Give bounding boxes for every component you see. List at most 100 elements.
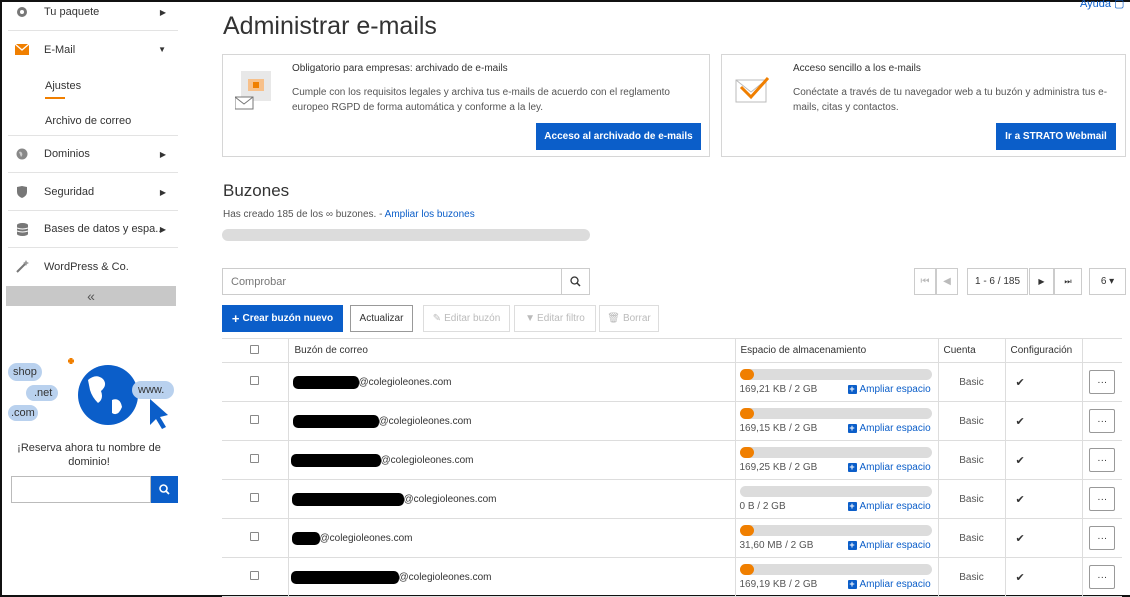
first-page-button[interactable]: ⏮ bbox=[914, 268, 936, 295]
refresh-button[interactable]: Actualizar bbox=[350, 305, 413, 332]
account-cell: Basic bbox=[937, 401, 1005, 441]
storage-bar bbox=[739, 525, 932, 536]
next-page-button[interactable]: ▶ bbox=[1029, 268, 1054, 295]
row-checkbox[interactable] bbox=[250, 454, 260, 463]
expand-storage-link[interactable]: + Ampliar espacio bbox=[847, 501, 931, 512]
storage-bar bbox=[739, 447, 932, 458]
search-button[interactable] bbox=[561, 269, 589, 294]
database-icon bbox=[14, 221, 30, 237]
filter-icon: ▼ bbox=[525, 313, 536, 324]
expand-storage-label: Ampliar espacio bbox=[859, 423, 931, 434]
column-storage[interactable]: Espacio de almacenamiento bbox=[734, 338, 938, 363]
table-header: Buzón de correo Espacio de almacenamient… bbox=[222, 338, 1122, 363]
help-link[interactable]: Ayuda ▢ bbox=[1080, 0, 1124, 10]
row-checkbox[interactable] bbox=[250, 532, 260, 541]
promo-bubble-net: .net bbox=[34, 387, 53, 399]
plus-icon: + bbox=[847, 579, 857, 589]
redacted-username bbox=[292, 414, 379, 428]
column-mailbox[interactable]: Buzón de correo bbox=[287, 338, 735, 363]
mailbox-cell: @colegioleones.com bbox=[287, 440, 735, 480]
table-row[interactable]: @colegioleones.com 169,25 KB / 2 GB + Ampl… bbox=[222, 440, 1122, 480]
checkmark-icon: ✔ bbox=[1004, 479, 1082, 519]
domain-search bbox=[11, 476, 178, 503]
sidebar-item-label: Bases de datos y espa... bbox=[44, 223, 160, 235]
table-row[interactable]: @colegioleones.com 169,19 KB / 2 GB + Ampl… bbox=[222, 557, 1122, 597]
sidebar-item-label: Tu paquete bbox=[44, 6, 100, 18]
per-page-select[interactable]: 6 ▾ bbox=[1089, 268, 1126, 295]
expand-storage-link[interactable]: + Ampliar espacio bbox=[847, 579, 931, 590]
more-options-button[interactable]: ··· bbox=[1089, 448, 1116, 472]
plus-icon: + bbox=[847, 423, 857, 433]
row-checkbox[interactable] bbox=[250, 376, 260, 385]
sidebar-item-security[interactable]: Seguridad ▶ bbox=[8, 174, 178, 211]
row-select-cell bbox=[222, 362, 288, 402]
column-account[interactable]: Cuenta bbox=[937, 338, 1005, 363]
actions-cell: ··· bbox=[1081, 557, 1122, 597]
redacted-username bbox=[290, 453, 381, 467]
prev-page-button[interactable]: ◀ bbox=[936, 268, 958, 295]
table-row[interactable]: @colegioleones.com 31,60 MB / 2 GB + Ampli… bbox=[222, 518, 1122, 558]
last-page-button[interactable]: ⏭ bbox=[1054, 268, 1082, 295]
more-options-button[interactable]: ··· bbox=[1089, 487, 1116, 511]
sidebar-item-email[interactable]: E-Mail ▼ bbox=[8, 31, 178, 68]
email-archive-button[interactable]: Acceso al archivado de e-mails bbox=[536, 123, 701, 150]
wand-icon bbox=[14, 259, 30, 275]
select-all-cell bbox=[222, 338, 288, 363]
shield-icon bbox=[14, 184, 30, 200]
redacted-username bbox=[290, 570, 399, 584]
account-cell: Basic bbox=[937, 362, 1005, 402]
expand-mailboxes-link[interactable]: Ampliar los buzones bbox=[385, 209, 475, 220]
delete-button[interactable]: 🗑 Borrar bbox=[599, 305, 659, 332]
select-all-checkbox[interactable] bbox=[250, 344, 260, 354]
edit-filter-button[interactable]: ▼ Editar filtro bbox=[514, 305, 596, 332]
expand-storage-link[interactable]: + Ampliar espacio bbox=[847, 540, 931, 551]
sidebar-subitem-archivo[interactable]: Archivo de correo bbox=[45, 115, 131, 127]
storage-cell: 169,25 KB / 2 GB + Ampliar espacio bbox=[734, 440, 938, 480]
sidebar-item-label: Seguridad bbox=[44, 186, 95, 198]
sidebar-item-wordpress[interactable]: WordPress & Co. bbox=[8, 248, 178, 285]
edit-filter-label: Editar filtro bbox=[537, 313, 585, 324]
webmail-button[interactable]: Ir a STRATO Webmail bbox=[996, 123, 1116, 150]
pencil-icon: ✎ bbox=[432, 313, 442, 324]
search-icon bbox=[570, 276, 581, 287]
more-options-button[interactable]: ··· bbox=[1089, 565, 1116, 589]
row-checkbox[interactable] bbox=[250, 571, 260, 580]
sidebar-item-databases[interactable]: Bases de datos y espa... ▶ bbox=[8, 211, 178, 248]
sidebar-subitem-ajustes[interactable]: Ajustes bbox=[45, 80, 81, 92]
search-input[interactable]: Comprobar bbox=[223, 276, 561, 288]
card-title: Acceso sencillo a los e-mails bbox=[793, 63, 921, 74]
page-range: 1 - 6 / 185 bbox=[967, 268, 1028, 295]
collapse-sidebar-button[interactable]: « bbox=[6, 286, 176, 306]
edit-mailbox-label: Editar buzón bbox=[444, 313, 501, 324]
domain-search-button[interactable] bbox=[151, 476, 178, 503]
row-select-cell bbox=[222, 518, 288, 558]
expand-storage-link[interactable]: + Ampliar espacio bbox=[847, 423, 931, 434]
create-mailbox-button[interactable]: + Crear buzón nuevo bbox=[222, 305, 343, 332]
more-options-button[interactable]: ··· bbox=[1089, 526, 1116, 550]
sidebar-item-package[interactable]: Tu paquete ▶ bbox=[8, 0, 178, 31]
row-checkbox[interactable] bbox=[250, 493, 260, 502]
account-cell: Basic bbox=[937, 557, 1005, 597]
sidebar-item-domains[interactable]: Dominios ▶ bbox=[8, 136, 178, 173]
domain-search-input[interactable] bbox=[11, 476, 151, 503]
table-row[interactable]: @colegioleones.com 169,21 KB / 2 GB + Ampl… bbox=[222, 362, 1122, 402]
plus-icon: + bbox=[847, 540, 857, 550]
more-options-button[interactable]: ··· bbox=[1089, 409, 1116, 433]
row-checkbox[interactable] bbox=[250, 415, 260, 424]
expand-storage-label: Ampliar espacio bbox=[859, 540, 931, 551]
expand-storage-link[interactable]: + Ampliar espacio bbox=[847, 462, 931, 473]
archive-icon bbox=[234, 71, 275, 113]
actions-cell: ··· bbox=[1081, 518, 1122, 558]
sidebar-item-label: Dominios bbox=[44, 148, 90, 160]
mailbox-info: Has creado 185 de los ∞ buzones. - Ampli… bbox=[223, 209, 475, 220]
edit-mailbox-button[interactable]: ✎ Editar buzón bbox=[423, 305, 510, 332]
plus-icon: + bbox=[847, 384, 857, 394]
expand-storage-link[interactable]: + Ampliar espacio bbox=[847, 384, 931, 395]
email-domain: @colegioleones.com bbox=[378, 415, 472, 427]
more-options-button[interactable]: ··· bbox=[1089, 370, 1116, 394]
table-row[interactable]: @colegioleones.com 0 B / 2 GB + Ampliar es… bbox=[222, 479, 1122, 519]
storage-cell: 169,19 KB / 2 GB + Ampliar espacio bbox=[734, 557, 938, 597]
column-actions bbox=[1081, 338, 1122, 363]
table-row[interactable]: @colegioleones.com 169,15 KB / 2 GB + Ampl… bbox=[222, 401, 1122, 441]
package-icon bbox=[14, 4, 30, 20]
